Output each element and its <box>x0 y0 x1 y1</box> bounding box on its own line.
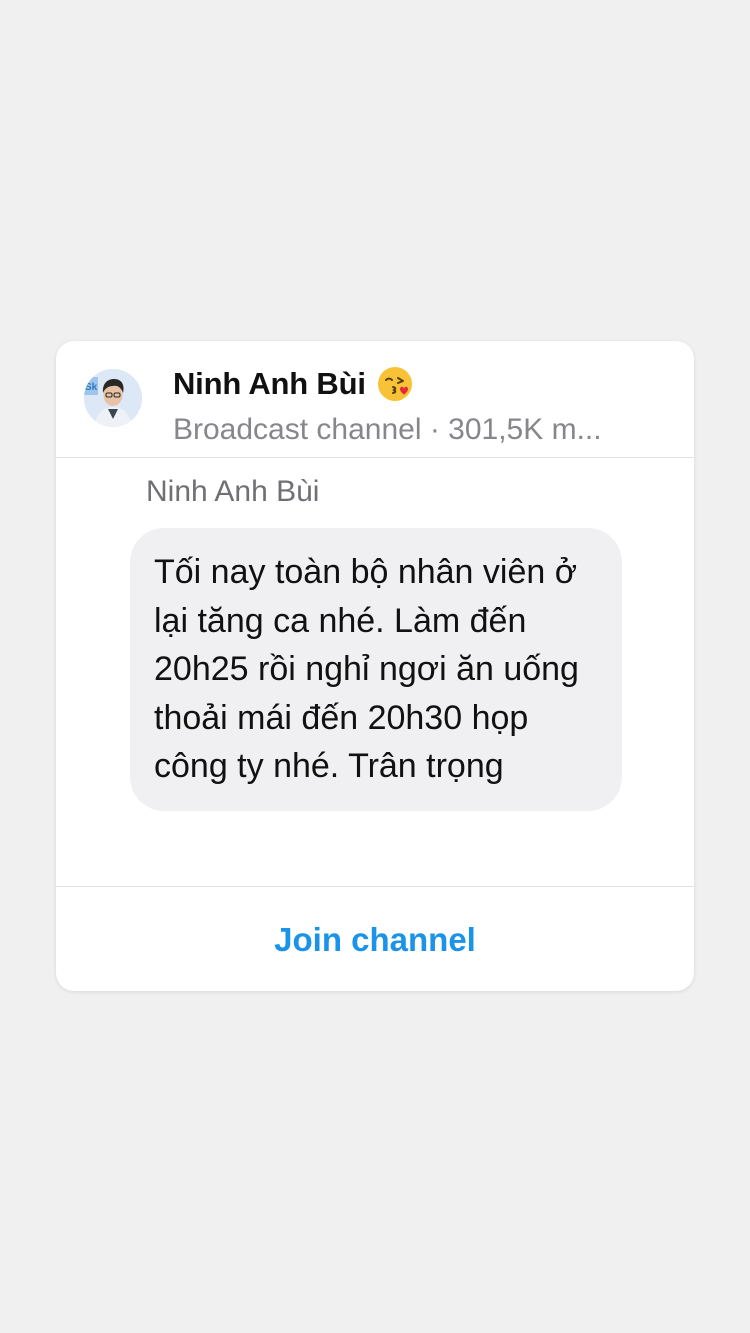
message-sender: Ninh Anh Bùi <box>146 475 320 508</box>
card-footer: Join channel <box>56 886 694 991</box>
message-bubble[interactable]: Tối nay toàn bộ nhân viên ở lại tăng ca … <box>130 528 622 811</box>
avatar[interactable]: Sk <box>84 369 142 427</box>
join-channel-button[interactable]: Join channel <box>56 887 694 991</box>
channel-name: Ninh Anh Bùi <box>173 366 366 401</box>
channel-title-row: Ninh Anh Bùi <box>173 365 414 403</box>
channel-preview-card: Sk Ninh Anh Bùi Broadcast channel · 301,… <box>56 341 694 991</box>
channel-subtitle: Broadcast channel · 301,5K m... <box>173 413 602 446</box>
channel-header[interactable]: Sk Ninh Anh Bùi Broadcast channel · 301,… <box>56 341 694 458</box>
svg-text:Sk: Sk <box>85 382 98 393</box>
kissing-face-emoji-icon <box>376 365 414 403</box>
